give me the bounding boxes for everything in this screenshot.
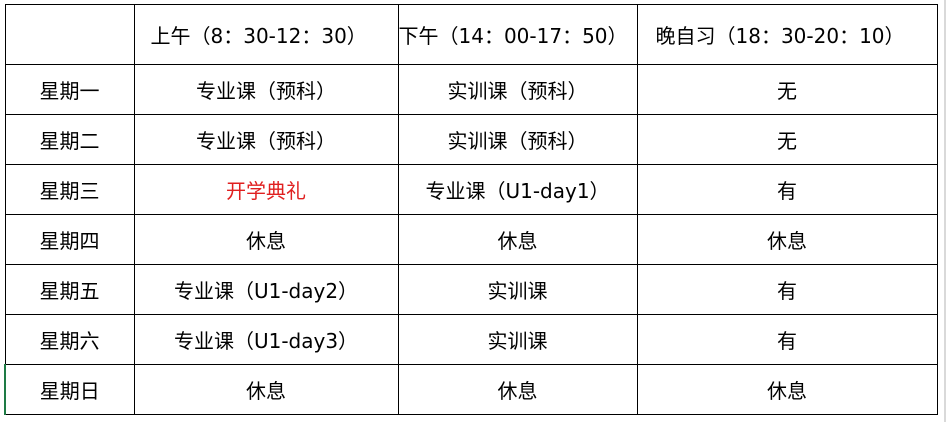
evening-cell[interactable]: 有 bbox=[636, 264, 938, 315]
day-cell[interactable]: 星期六 bbox=[4, 314, 135, 365]
evening-cell[interactable]: 无 bbox=[636, 114, 938, 165]
day-cell[interactable]: 星期五 bbox=[4, 264, 135, 315]
header-row: 上午（8：30-12：30） 下午（14：00-17：50） 晚自习（18：30… bbox=[4, 4, 938, 65]
afternoon-cell[interactable]: 实训课 bbox=[397, 314, 638, 365]
morning-cell[interactable]: 休息 bbox=[133, 214, 399, 265]
day-cell-selected[interactable]: 星期日 bbox=[4, 364, 135, 415]
day-cell[interactable]: 星期二 bbox=[4, 114, 135, 165]
table-row: 星期六 专业课（U1-day3） 实训课 有 bbox=[4, 314, 938, 365]
header-evening[interactable]: 晚自习（18：30-20：10） bbox=[636, 4, 938, 65]
table-row: 星期二 专业课（预科） 实训课（预科） 无 bbox=[4, 114, 938, 165]
evening-cell[interactable]: 休息 bbox=[636, 364, 938, 415]
evening-cell[interactable]: 无 bbox=[636, 64, 938, 115]
morning-cell-highlighted[interactable]: 开学典礼 bbox=[133, 164, 399, 215]
header-morning[interactable]: 上午（8：30-12：30） bbox=[133, 4, 399, 65]
morning-cell[interactable]: 休息 bbox=[133, 364, 399, 415]
morning-cell[interactable]: 专业课（预科） bbox=[133, 114, 399, 165]
corner-cell[interactable] bbox=[4, 4, 135, 65]
afternoon-cell[interactable]: 实训课（预科） bbox=[397, 64, 638, 115]
table-row: 星期三 开学典礼 专业课（U1-day1） 有 bbox=[4, 164, 938, 215]
day-cell[interactable]: 星期四 bbox=[4, 214, 135, 265]
afternoon-cell[interactable]: 实训课（预科） bbox=[397, 114, 638, 165]
table-row: 星期一 专业课（预科） 实训课（预科） 无 bbox=[4, 64, 938, 115]
afternoon-cell[interactable]: 休息 bbox=[397, 364, 638, 415]
morning-cell[interactable]: 专业课（U1-day2） bbox=[133, 264, 399, 315]
day-cell[interactable]: 星期一 bbox=[4, 64, 135, 115]
spreadsheet-area: 上午（8：30-12：30） 下午（14：00-17：50） 晚自习（18：30… bbox=[0, 0, 946, 422]
morning-cell[interactable]: 专业课（U1-day3） bbox=[133, 314, 399, 365]
evening-cell[interactable]: 有 bbox=[636, 314, 938, 365]
header-afternoon[interactable]: 下午（14：00-17：50） bbox=[397, 4, 638, 65]
evening-cell[interactable]: 有 bbox=[636, 164, 938, 215]
table-row: 星期日 休息 休息 休息 bbox=[4, 364, 938, 415]
table-row: 星期四 休息 休息 休息 bbox=[4, 214, 938, 265]
afternoon-cell[interactable]: 专业课（U1-day1） bbox=[397, 164, 638, 215]
day-cell[interactable]: 星期三 bbox=[4, 164, 135, 215]
weekly-schedule-table: 上午（8：30-12：30） 下午（14：00-17：50） 晚自习（18：30… bbox=[4, 4, 938, 415]
afternoon-cell[interactable]: 休息 bbox=[397, 214, 638, 265]
afternoon-cell[interactable]: 实训课 bbox=[397, 264, 638, 315]
table-row: 星期五 专业课（U1-day2） 实训课 有 bbox=[4, 264, 938, 315]
morning-cell[interactable]: 专业课（预科） bbox=[133, 64, 399, 115]
evening-cell[interactable]: 休息 bbox=[636, 214, 938, 265]
